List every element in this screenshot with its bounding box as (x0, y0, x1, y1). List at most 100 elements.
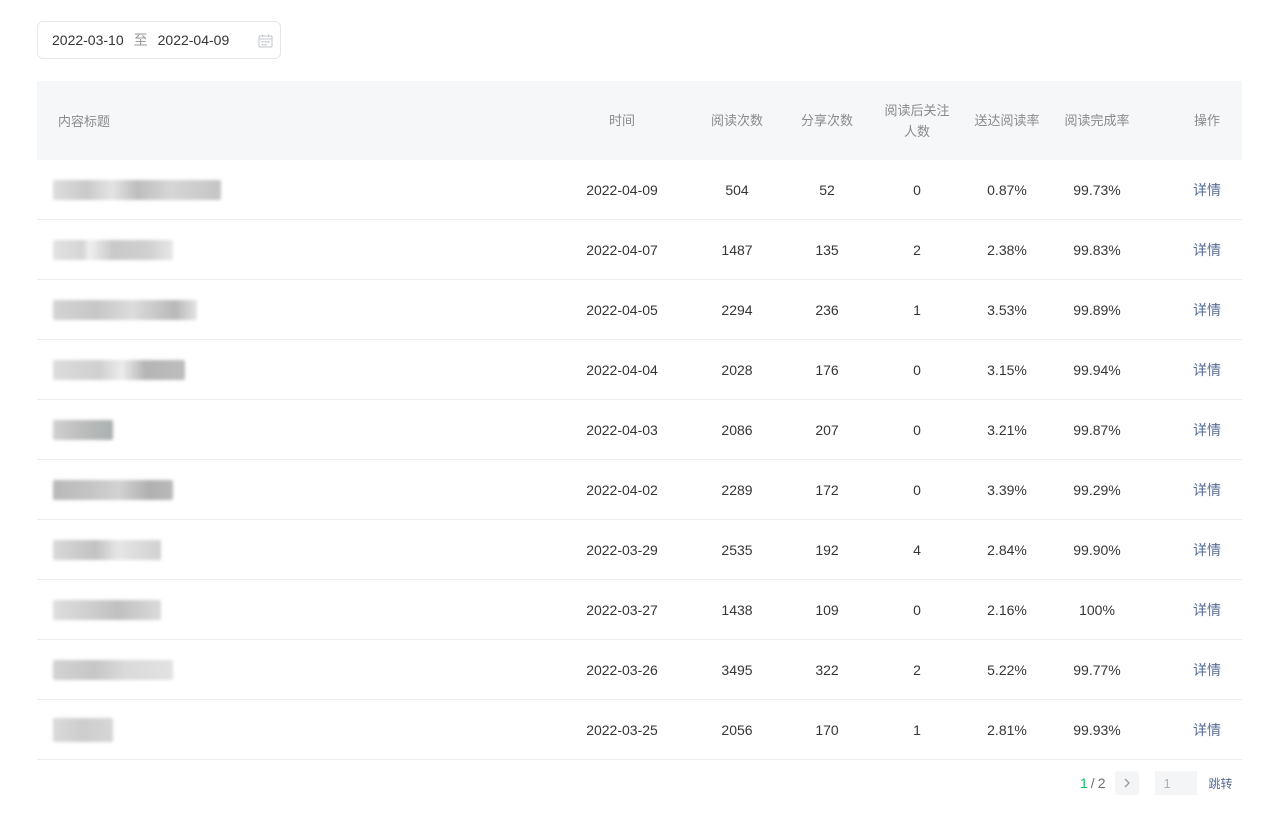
row-follows: 2 (913, 661, 921, 678)
article-title-redacted (53, 520, 161, 579)
row-reads: 1487 (721, 241, 753, 258)
row-shares: 135 (815, 241, 839, 258)
row-reads: 2056 (721, 721, 753, 738)
row-reads: 1438 (721, 601, 753, 618)
row-follows: 1 (913, 301, 921, 318)
row-follows: 2 (913, 241, 921, 258)
row-completion-rate: 99.83% (1073, 241, 1121, 258)
row-delivery-rate: 3.15% (987, 361, 1027, 378)
row-delivery-rate: 3.21% (987, 421, 1027, 438)
row-completion-rate: 99.77% (1073, 661, 1121, 678)
row-time: 2022-03-27 (586, 601, 658, 618)
row-follows: 0 (913, 481, 921, 498)
detail-link[interactable]: 详情 (1177, 700, 1237, 759)
table-row: 2022-03-26 3495 322 2 5.22% 99.77% 详情 (37, 640, 1242, 700)
detail-link[interactable]: 详情 (1177, 220, 1237, 279)
row-reads: 2086 (721, 421, 753, 438)
article-title-redacted (53, 340, 185, 399)
row-completion-rate: 100% (1079, 601, 1115, 618)
row-completion-rate: 99.94% (1073, 361, 1121, 378)
table-row: 2022-04-04 2028 176 0 3.15% 99.94% 详情 (37, 340, 1242, 400)
row-time: 2022-04-09 (586, 181, 658, 198)
header-title: 内容标题 (58, 114, 111, 129)
row-shares: 52 (819, 181, 835, 198)
end-date: 2022-04-09 (157, 32, 230, 48)
row-completion-rate: 99.29% (1073, 481, 1121, 498)
table-row: 2022-03-29 2535 192 4 2.84% 99.90% 详情 (37, 520, 1242, 580)
row-shares: 192 (815, 541, 839, 558)
header-follows: 阅读后关注 人数 (877, 81, 957, 160)
row-time: 2022-04-04 (586, 361, 658, 378)
detail-link[interactable]: 详情 (1177, 160, 1237, 219)
row-shares: 172 (815, 481, 839, 498)
table-row: 2022-03-27 1438 109 0 2.16% 100% 详情 (37, 580, 1242, 640)
start-date: 2022-03-10 (52, 32, 124, 48)
calendar-icon (258, 34, 273, 48)
row-delivery-rate: 2.38% (987, 241, 1027, 258)
page-jump-input[interactable] (1155, 771, 1198, 795)
row-time: 2022-03-25 (586, 721, 658, 738)
row-reads: 2289 (721, 481, 753, 498)
row-delivery-rate: 2.16% (987, 601, 1027, 618)
jump-button[interactable]: 跳转 (1208, 775, 1232, 792)
table-header: 内容标题 时间 阅读次数 分享次数 阅读后关注 人数 送达阅读率 阅读完成率 操… (37, 81, 1242, 160)
row-shares: 170 (815, 721, 839, 738)
article-title-redacted (53, 160, 221, 219)
table-row: 2022-04-09 504 52 0 0.87% 99.73% 详情 (37, 160, 1242, 220)
row-reads: 3495 (721, 661, 753, 678)
header-time: 时间 (608, 113, 635, 128)
row-completion-rate: 99.93% (1073, 721, 1121, 738)
row-follows: 0 (913, 181, 921, 198)
row-shares: 207 (815, 421, 839, 438)
detail-link[interactable]: 详情 (1177, 460, 1237, 519)
total-pages: 2 (1097, 775, 1106, 791)
row-delivery-rate: 0.87% (987, 181, 1027, 198)
article-title-redacted (53, 460, 173, 519)
row-delivery-rate: 3.39% (987, 481, 1027, 498)
row-time: 2022-04-07 (586, 241, 658, 258)
row-follows: 1 (913, 721, 921, 738)
article-title-redacted (53, 280, 197, 339)
row-delivery-rate: 2.81% (987, 721, 1027, 738)
detail-link[interactable]: 详情 (1177, 280, 1237, 339)
range-separator: 至 (133, 32, 148, 48)
row-delivery-rate: 3.53% (987, 301, 1027, 318)
current-page: 1 (1080, 775, 1088, 791)
article-title-redacted (53, 700, 113, 759)
page-separator: / (1090, 775, 1095, 791)
detail-link[interactable]: 详情 (1177, 340, 1237, 399)
row-completion-rate: 99.87% (1073, 421, 1121, 438)
date-range-picker[interactable]: 2022-03-10 至 2022-04-09 (37, 21, 281, 59)
detail-link[interactable]: 详情 (1177, 400, 1237, 459)
row-reads: 504 (725, 181, 749, 198)
row-shares: 236 (815, 301, 839, 318)
detail-link[interactable]: 详情 (1177, 520, 1237, 579)
row-shares: 176 (815, 361, 839, 378)
header-follows-line1: 阅读后关注 (884, 102, 950, 118)
detail-link[interactable]: 详情 (1177, 580, 1237, 639)
table-row: 2022-04-02 2289 172 0 3.39% 99.29% 详情 (37, 460, 1242, 520)
row-shares: 109 (815, 601, 839, 618)
row-reads: 2028 (721, 361, 753, 378)
header-delivery-rate: 送达阅读率 (974, 113, 1040, 128)
row-follows: 4 (913, 541, 921, 558)
row-delivery-rate: 2.84% (987, 541, 1027, 558)
next-page-button[interactable] (1115, 771, 1140, 795)
table-row: 2022-04-07 1487 135 2 2.38% 99.83% 详情 (37, 220, 1242, 280)
article-title-redacted (53, 580, 161, 639)
table-row: 2022-03-25 2056 170 1 2.81% 99.93% 详情 (37, 700, 1242, 760)
row-follows: 0 (913, 361, 921, 378)
row-delivery-rate: 5.22% (987, 661, 1027, 678)
row-completion-rate: 99.90% (1073, 541, 1121, 558)
row-follows: 0 (913, 601, 921, 618)
article-title-redacted (53, 220, 173, 279)
header-reads: 阅读次数 (710, 113, 763, 128)
row-reads: 2535 (721, 541, 753, 558)
article-title-redacted (53, 640, 173, 699)
detail-link[interactable]: 详情 (1177, 640, 1237, 699)
row-time: 2022-03-26 (586, 661, 658, 678)
article-title-redacted (53, 400, 113, 459)
pagination: 1 / 2 跳转 (1080, 771, 1233, 795)
row-shares: 322 (815, 661, 839, 678)
row-completion-rate: 99.89% (1073, 301, 1121, 318)
